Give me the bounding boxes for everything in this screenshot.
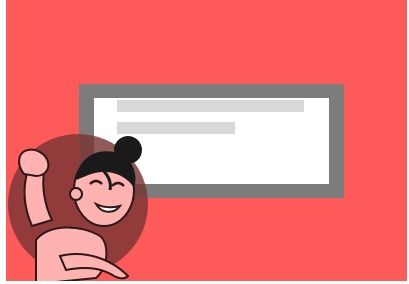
mascot-hair-bun <box>114 136 142 164</box>
mascot-ear <box>69 187 83 201</box>
mascot-girl-waving-icon <box>8 134 148 281</box>
skeleton-line <box>117 100 304 112</box>
app-background <box>6 0 407 281</box>
